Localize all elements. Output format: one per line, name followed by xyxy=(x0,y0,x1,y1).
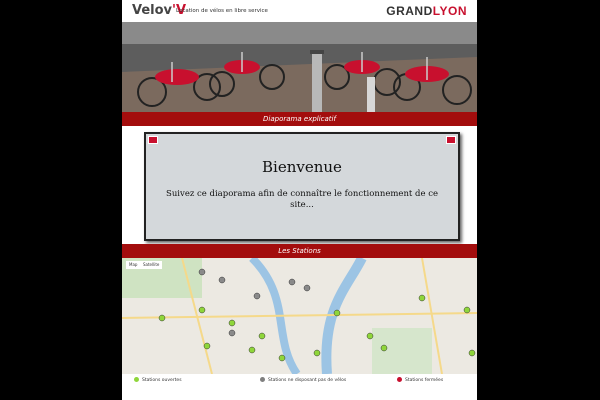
stations-map[interactable]: Map Satellite xyxy=(122,258,477,374)
header-photo xyxy=(122,22,477,112)
slide-title: Bienvenue xyxy=(262,158,342,176)
slide-text: Suivez ce diaporama afin de connaître le… xyxy=(166,189,439,210)
page: Velov'V Location de vélos en libre servi… xyxy=(122,0,477,400)
stations-bar: Les Stations xyxy=(122,244,477,258)
logo-main: Velov xyxy=(132,3,173,18)
legend-no-bikes: Stations ne disposant pas de vélos xyxy=(260,377,346,383)
map-legend: Stations ouvertes Stations ne disposant … xyxy=(122,374,477,386)
grandlyon-logo[interactable]: GRANDLYON xyxy=(386,4,467,18)
brand-lyon: LYON xyxy=(432,4,467,18)
open-station-icon xyxy=(134,377,139,382)
empty-station-icon xyxy=(260,377,265,382)
slide-next-icon[interactable] xyxy=(446,136,456,144)
closed-station-icon xyxy=(397,377,402,382)
bike-station-image xyxy=(122,22,477,112)
slide-prev-icon[interactable] xyxy=(148,136,158,144)
satellite-type-button[interactable]: Satellite xyxy=(140,261,163,269)
slideshow-area: Bienvenue Suivez ce diaporama afin de co… xyxy=(122,126,477,244)
brand-grand: GRAND xyxy=(386,4,433,18)
header: Velov'V Location de vélos en libre servi… xyxy=(122,0,477,22)
map-tiles xyxy=(122,258,477,374)
legend-closed: Stations fermées xyxy=(397,377,443,383)
slideshow[interactable]: Bienvenue Suivez ce diaporama afin de co… xyxy=(144,132,460,241)
tagline: Location de vélos en libre service xyxy=(176,8,268,14)
legend-open: Stations ouvertes xyxy=(134,377,182,383)
map-type-button[interactable]: Map xyxy=(126,261,141,269)
diaporama-bar: Diaporama explicatif xyxy=(122,112,477,126)
